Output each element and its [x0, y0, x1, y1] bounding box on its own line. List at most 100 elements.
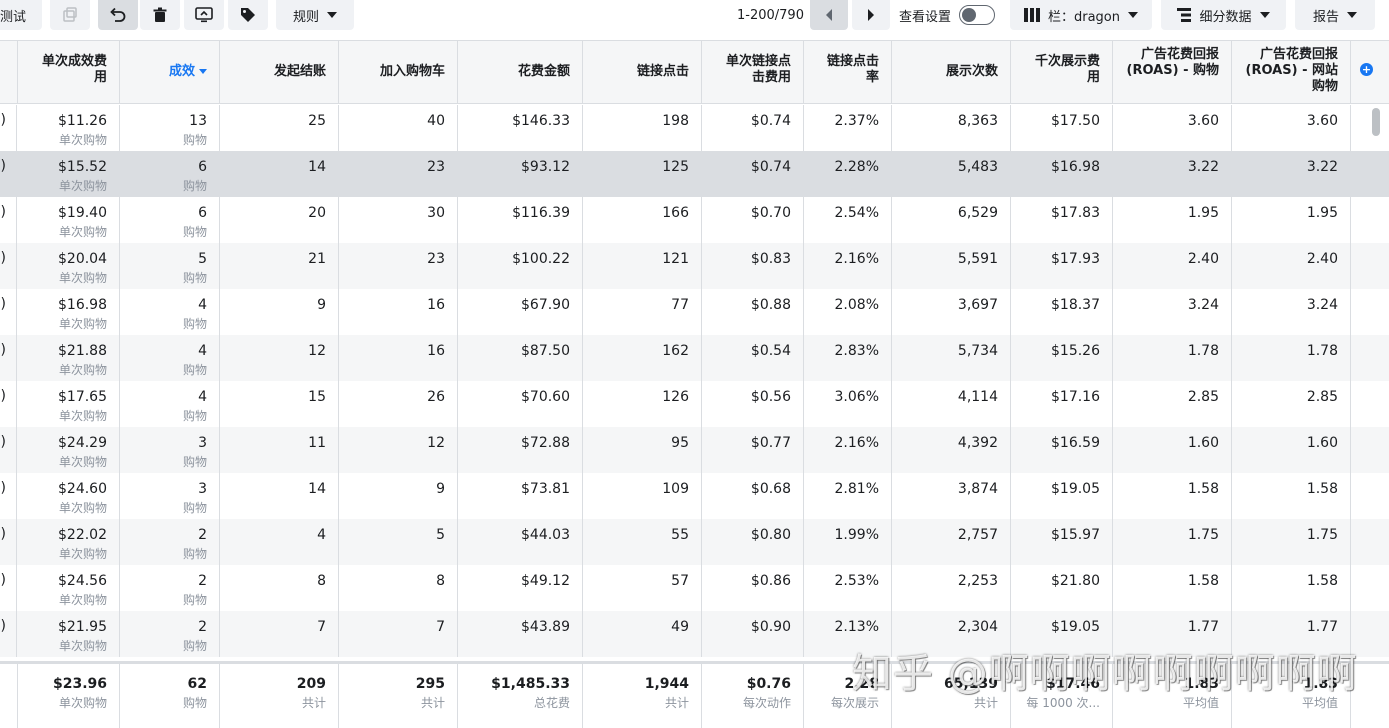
cell-roas: 1.58 [1113, 565, 1232, 611]
undo-button[interactable] [98, 0, 138, 30]
table-row[interactable]: ) $19.40 单次购物 6 购物 20 30 $116.39 166 $0.70 2.54% 6,… [0, 197, 1389, 243]
cell-roas-web: 1.95 [1232, 197, 1351, 243]
vertical-scrollbar[interactable] [1372, 108, 1380, 136]
header-cpr[interactable]: 单次成效费用 [18, 41, 120, 104]
cell-roas: 1.60 [1113, 427, 1232, 473]
table-row[interactable]: ) $24.56 单次购物 2 购物 8 8 $49.12 57 $0.86 2.53% 2,253 $… [0, 565, 1389, 611]
row-fragment-text: ) [0, 342, 6, 358]
row-fragment-text: ) [0, 112, 6, 128]
toolbar: 测试 规则 1-200/790 查看设置 栏：dragon 细分数据 报告 [0, 0, 1389, 30]
cell-ctr: 3.06% [804, 381, 892, 427]
duplicate-button[interactable] [50, 0, 90, 30]
row-fragment-text: ) [0, 434, 6, 450]
header-spend[interactable]: 花费金额 [458, 41, 583, 104]
header-ctr[interactable]: 链接点击率 [804, 41, 892, 104]
row-fragment-text: ) [0, 388, 6, 404]
cell-ctr: 2.13% [804, 611, 892, 657]
columns-dropdown[interactable]: 栏：dragon [1010, 0, 1152, 30]
cell-cpm: $16.98 [1011, 151, 1113, 197]
cell-link-clicks: 198 [583, 105, 702, 151]
header-cpm[interactable]: 千次展示费用 [1011, 41, 1113, 104]
cell-ctr: 2.37% [804, 105, 892, 151]
cell-spend: $146.33 [458, 105, 583, 151]
cell-cpr: $24.60 单次购物 [18, 473, 120, 519]
cell-cpm: $19.05 [1011, 611, 1113, 657]
cell-ctr: 2.16% [804, 427, 892, 473]
trash-icon [152, 7, 168, 23]
cell-results: 13 购物 [120, 105, 220, 151]
delete-button[interactable] [140, 0, 180, 30]
prev-page-button[interactable] [810, 0, 848, 30]
rules-label: 规则 [292, 9, 319, 25]
row-fragment-text: ) [0, 480, 6, 496]
view-settings-toggle[interactable] [959, 5, 996, 25]
header-roas-web[interactable]: 广告花费回报 (ROAS) - 网站购物 [1232, 41, 1351, 104]
cell-cpr: $21.95 单次购物 [18, 611, 120, 657]
chevron-down-icon [1347, 12, 1357, 18]
table-row[interactable]: ) $24.29 单次购物 3 购物 11 12 $72.88 95 $0.77 2.16% 4,39… [0, 427, 1389, 473]
totals-roas-web: 1.83 平均值 [1232, 664, 1351, 728]
cell-results: 2 购物 [120, 519, 220, 565]
cell-cpm: $16.59 [1011, 427, 1113, 473]
table-row[interactable]: ) $21.88 单次购物 4 购物 12 16 $87.50 162 $0.54 2.83% 5,7… [0, 335, 1389, 381]
totals-row: $23.96 单次购物 62 购物 209 共计 295 共计 $1,485.33 总花费… [0, 661, 1389, 728]
tag-button[interactable] [228, 0, 268, 30]
cell-cpr: $24.29 单次购物 [18, 427, 120, 473]
sort-desc-icon [199, 69, 207, 74]
header-roas[interactable]: 广告花费回报 (ROAS) - 购物 [1113, 41, 1232, 104]
cell-cpc: $0.88 [702, 289, 804, 335]
row-fragment-cell: ) [0, 289, 17, 335]
header-impressions[interactable]: 展示次数 [892, 41, 1011, 104]
cell-roas: 3.22 [1113, 151, 1232, 197]
table-row[interactable]: ) $22.02 单次购物 2 购物 4 5 $44.03 55 $0.80 1.99% 2,757 $… [0, 519, 1389, 565]
totals-fragment [0, 664, 18, 728]
table-header: 单次成效费用 成效 发起结账 加入购物车 花费金额 链接点击 单次链接点击费用 … [0, 41, 1389, 104]
cell-impressions: 4,392 [892, 427, 1011, 473]
table-row[interactable]: ) $20.04 单次购物 5 购物 21 23 $100.22 121 $0.83 2.16% 5,… [0, 243, 1389, 289]
cell-spend: $116.39 [458, 197, 583, 243]
table-row[interactable]: ) $16.98 单次购物 4 购物 9 16 $67.90 77 $0.88 2.08% 3,697… [0, 289, 1389, 335]
table-row[interactable]: ) $24.60 单次购物 3 购物 14 9 $73.81 109 $0.68 2.81% 3,87… [0, 473, 1389, 519]
cell-cpm: $17.93 [1011, 243, 1113, 289]
cell-results: 4 购物 [120, 381, 220, 427]
rules-dropdown[interactable]: 规则 [276, 0, 354, 30]
cell-cpm: $15.26 [1011, 335, 1113, 381]
breakdown-dropdown[interactable]: 细分数据 [1161, 0, 1286, 30]
cell-add-to-cart: 9 [339, 473, 458, 519]
cell-roas-web: 2.40 [1232, 243, 1351, 289]
totals-cpr: $23.96 单次购物 [18, 664, 120, 728]
view-settings[interactable]: 查看设置 [899, 0, 996, 30]
cell-cpc: $0.54 [702, 335, 804, 381]
cell-ctr: 1.99% [804, 519, 892, 565]
reports-dropdown[interactable]: 报告 [1295, 0, 1375, 30]
row-fragment-text: ) [0, 618, 6, 634]
cell-checkouts: 14 [220, 151, 339, 197]
cell-add-to-cart: 23 [339, 243, 458, 289]
cell-cpc: $0.80 [702, 519, 804, 565]
table-row[interactable]: ) $17.65 单次购物 4 购物 15 26 $70.60 126 $0.56 3.06% 4,1… [0, 381, 1389, 427]
cell-results: 3 购物 [120, 473, 220, 519]
cell-impressions: 4,114 [892, 381, 1011, 427]
preview-button[interactable] [184, 0, 224, 30]
cell-spend: $44.03 [458, 519, 583, 565]
totals-cpm: $17.46 每 1000 次... [1011, 664, 1113, 728]
chevron-right-icon [866, 9, 876, 21]
add-column-icon[interactable]: + [1360, 63, 1373, 76]
test-button[interactable]: 测试 [0, 0, 42, 30]
cell-results: 5 购物 [120, 243, 220, 289]
next-page-button[interactable] [852, 0, 890, 30]
header-results[interactable]: 成效 [120, 41, 220, 104]
table-row[interactable]: ) $15.52 单次购物 6 购物 14 23 $93.12 125 $0.74 2.28% 5,4… [0, 151, 1389, 197]
table-row[interactable]: ) $21.95 单次购物 2 购物 7 7 $43.89 49 $0.90 2.13% 2,304 $… [0, 611, 1389, 657]
header-cpc[interactable]: 单次链接点击费用 [702, 41, 804, 104]
breakdown-icon [1177, 8, 1192, 22]
chevron-down-icon [1259, 12, 1270, 18]
header-add-to-cart[interactable]: 加入购物车 [339, 41, 458, 104]
table-row[interactable]: ) $11.26 单次购物 13 购物 25 40 $146.33 198 $0.74 2.37% 8… [0, 105, 1389, 151]
cell-checkouts: 21 [220, 243, 339, 289]
row-fragment-cell: ) [0, 381, 17, 427]
header-checkouts[interactable]: 发起结账 [220, 41, 339, 104]
header-link-clicks[interactable]: 链接点击 [583, 41, 702, 104]
cell-cpr: $11.26 单次购物 [18, 105, 120, 151]
row-fragment-text: ) [0, 572, 6, 588]
